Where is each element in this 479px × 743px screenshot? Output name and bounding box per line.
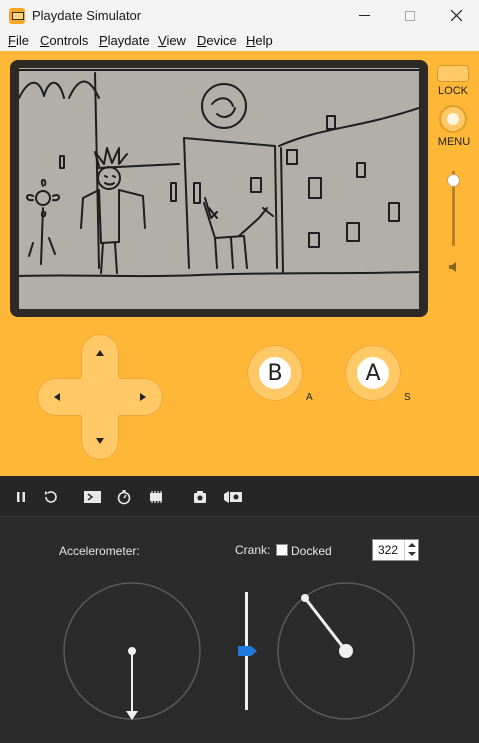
record-video-icon[interactable] xyxy=(223,489,243,505)
screenshot-icon[interactable] xyxy=(192,489,208,505)
dpad-right-button[interactable] xyxy=(140,393,146,401)
stopwatch-icon[interactable] xyxy=(116,489,132,505)
lock-button[interactable] xyxy=(437,65,469,82)
close-icon xyxy=(450,10,462,21)
dpad-left-button[interactable] xyxy=(54,393,60,401)
device-memory-icon[interactable] xyxy=(148,489,164,505)
menu-label: MENU xyxy=(437,136,471,148)
volume-slider-handle[interactable] xyxy=(447,174,460,187)
a-button-key-hint: S xyxy=(404,392,411,403)
menu-playdate[interactable]: Playdate xyxy=(99,33,150,48)
accelerometer-dial[interactable] xyxy=(63,582,201,720)
menu-file[interactable]: File xyxy=(8,33,29,48)
maximize-button[interactable] xyxy=(387,0,433,31)
dpad-down-button[interactable] xyxy=(96,438,104,444)
menu-help[interactable]: Help xyxy=(246,33,273,48)
minimize-icon xyxy=(358,14,370,16)
speaker-icon xyxy=(449,262,456,272)
menu-view[interactable]: View xyxy=(158,33,186,48)
b-button[interactable]: B xyxy=(247,345,303,401)
menu-bar: File Controls Playdate View Device Help xyxy=(0,31,479,51)
device-body: LOCK MENU B A A S xyxy=(0,51,479,476)
window-title: Playdate Simulator xyxy=(32,8,142,23)
console-icon[interactable] xyxy=(83,489,102,505)
crank-dial[interactable] xyxy=(277,582,415,720)
dpad xyxy=(37,334,163,460)
b-button-label: B xyxy=(259,357,291,389)
pause-icon[interactable] xyxy=(13,489,29,505)
controls-panel: Accelerometer: Crank: Docked 322 xyxy=(0,517,479,743)
a-button[interactable]: A xyxy=(345,345,401,401)
title-bar: Playdate Simulator xyxy=(0,0,479,31)
menu-device[interactable]: Device xyxy=(197,33,237,48)
accelerometer-z-slider[interactable] xyxy=(238,592,257,710)
minimize-button[interactable] xyxy=(341,0,387,31)
dpad-up-button[interactable] xyxy=(96,350,104,356)
b-button-key-hint: A xyxy=(306,392,313,403)
game-drawing xyxy=(19,69,419,278)
controls-graphics xyxy=(63,582,415,720)
restart-icon[interactable] xyxy=(42,489,58,505)
menu-controls[interactable]: Controls xyxy=(40,33,88,48)
lock-label: LOCK xyxy=(438,85,468,97)
simulator-toolbar xyxy=(0,476,479,517)
a-button-label: A xyxy=(357,357,389,389)
maximize-icon xyxy=(405,10,415,21)
screen-frame xyxy=(10,60,428,317)
menu-button[interactable] xyxy=(439,105,467,133)
game-screen xyxy=(19,68,419,309)
close-button[interactable] xyxy=(433,0,479,31)
app-icon xyxy=(9,8,25,24)
